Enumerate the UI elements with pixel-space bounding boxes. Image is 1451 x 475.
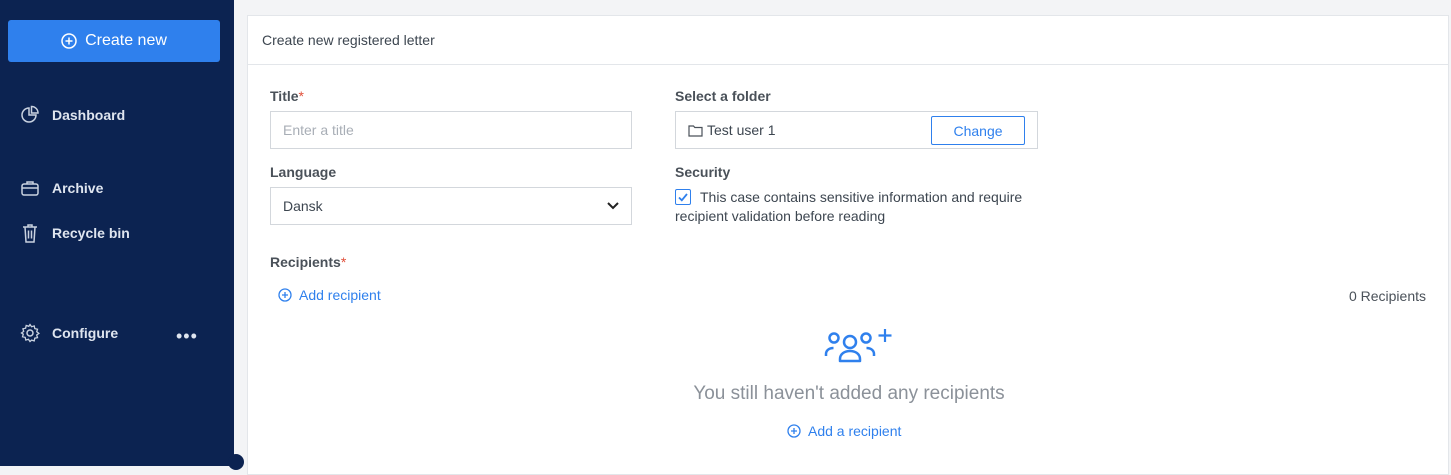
add-a-recipient-link[interactable]: Add a recipient [787, 423, 901, 439]
briefcase-icon [21, 181, 39, 196]
sidebar-item-recycle-bin[interactable]: Recycle bin [20, 222, 130, 244]
title-field[interactable] [270, 111, 632, 149]
folder-icon [688, 124, 703, 137]
form-header: Create new registered letter [248, 16, 1448, 65]
sidebar: Create new Dashboard Archive Recycle bin… [0, 0, 244, 470]
plus-circle-icon [278, 288, 292, 302]
required-mark: * [340, 254, 347, 270]
recipients-label: Recipients* [270, 254, 346, 270]
form-card: Create new registered letter Title* Sele… [247, 15, 1449, 475]
sidebar-item-label: Recycle bin [52, 225, 130, 241]
gear-icon [20, 323, 40, 343]
language-label: Language [270, 164, 337, 180]
empty-state-text: You still haven't added any recipients [693, 383, 1005, 404]
language-value: Dansk [283, 198, 323, 214]
security-option: This case contains sensitive information… [675, 188, 1035, 226]
add-recipient-link[interactable]: Add recipient [278, 287, 381, 303]
add-group-icon [824, 329, 892, 363]
add-a-recipient-label: Add a recipient [808, 423, 902, 439]
trash-icon [23, 224, 37, 243]
sidebar-item-label: Dashboard [52, 107, 126, 123]
folder-value: Test user 1 [707, 122, 776, 138]
change-folder-button[interactable]: Change [931, 116, 1025, 145]
sidebar-item-label: Archive [52, 180, 104, 196]
chevron-down-icon [607, 202, 619, 210]
sidebar-item-label: Configure [52, 325, 119, 341]
title-label: Title* [270, 88, 304, 104]
security-label: Security [675, 164, 731, 180]
sidebar-item-configure[interactable]: Configure [20, 323, 118, 343]
folder-label: Select a folder [675, 88, 771, 104]
security-checkbox[interactable] [675, 189, 691, 205]
recipients-count: 0 Recipients [1348, 288, 1426, 304]
sidebar-collapse-handle[interactable] [228, 454, 244, 470]
plus-circle-icon [61, 33, 77, 49]
sidebar-item-dashboard[interactable]: Dashboard [20, 105, 125, 125]
add-recipient-label: Add recipient [299, 287, 381, 303]
language-select[interactable]: Dansk [270, 187, 632, 225]
create-new-button[interactable]: Create new [8, 20, 220, 62]
plus-circle-icon [787, 424, 801, 438]
required-mark: * [298, 88, 304, 104]
title-label-text: Title [270, 88, 299, 104]
sidebar-item-archive[interactable]: Archive [20, 178, 103, 198]
more-options-button[interactable]: ••• [176, 326, 198, 347]
security-text: This case contains sensitive information… [675, 189, 1023, 224]
folder-field: Test user 1 Change [675, 111, 1038, 149]
title-input[interactable] [283, 122, 619, 138]
pie-chart-icon [21, 105, 39, 123]
checkmark-icon [678, 193, 688, 202]
create-new-label: Create new [85, 32, 167, 49]
recipients-label-text: Recipients [270, 254, 341, 270]
